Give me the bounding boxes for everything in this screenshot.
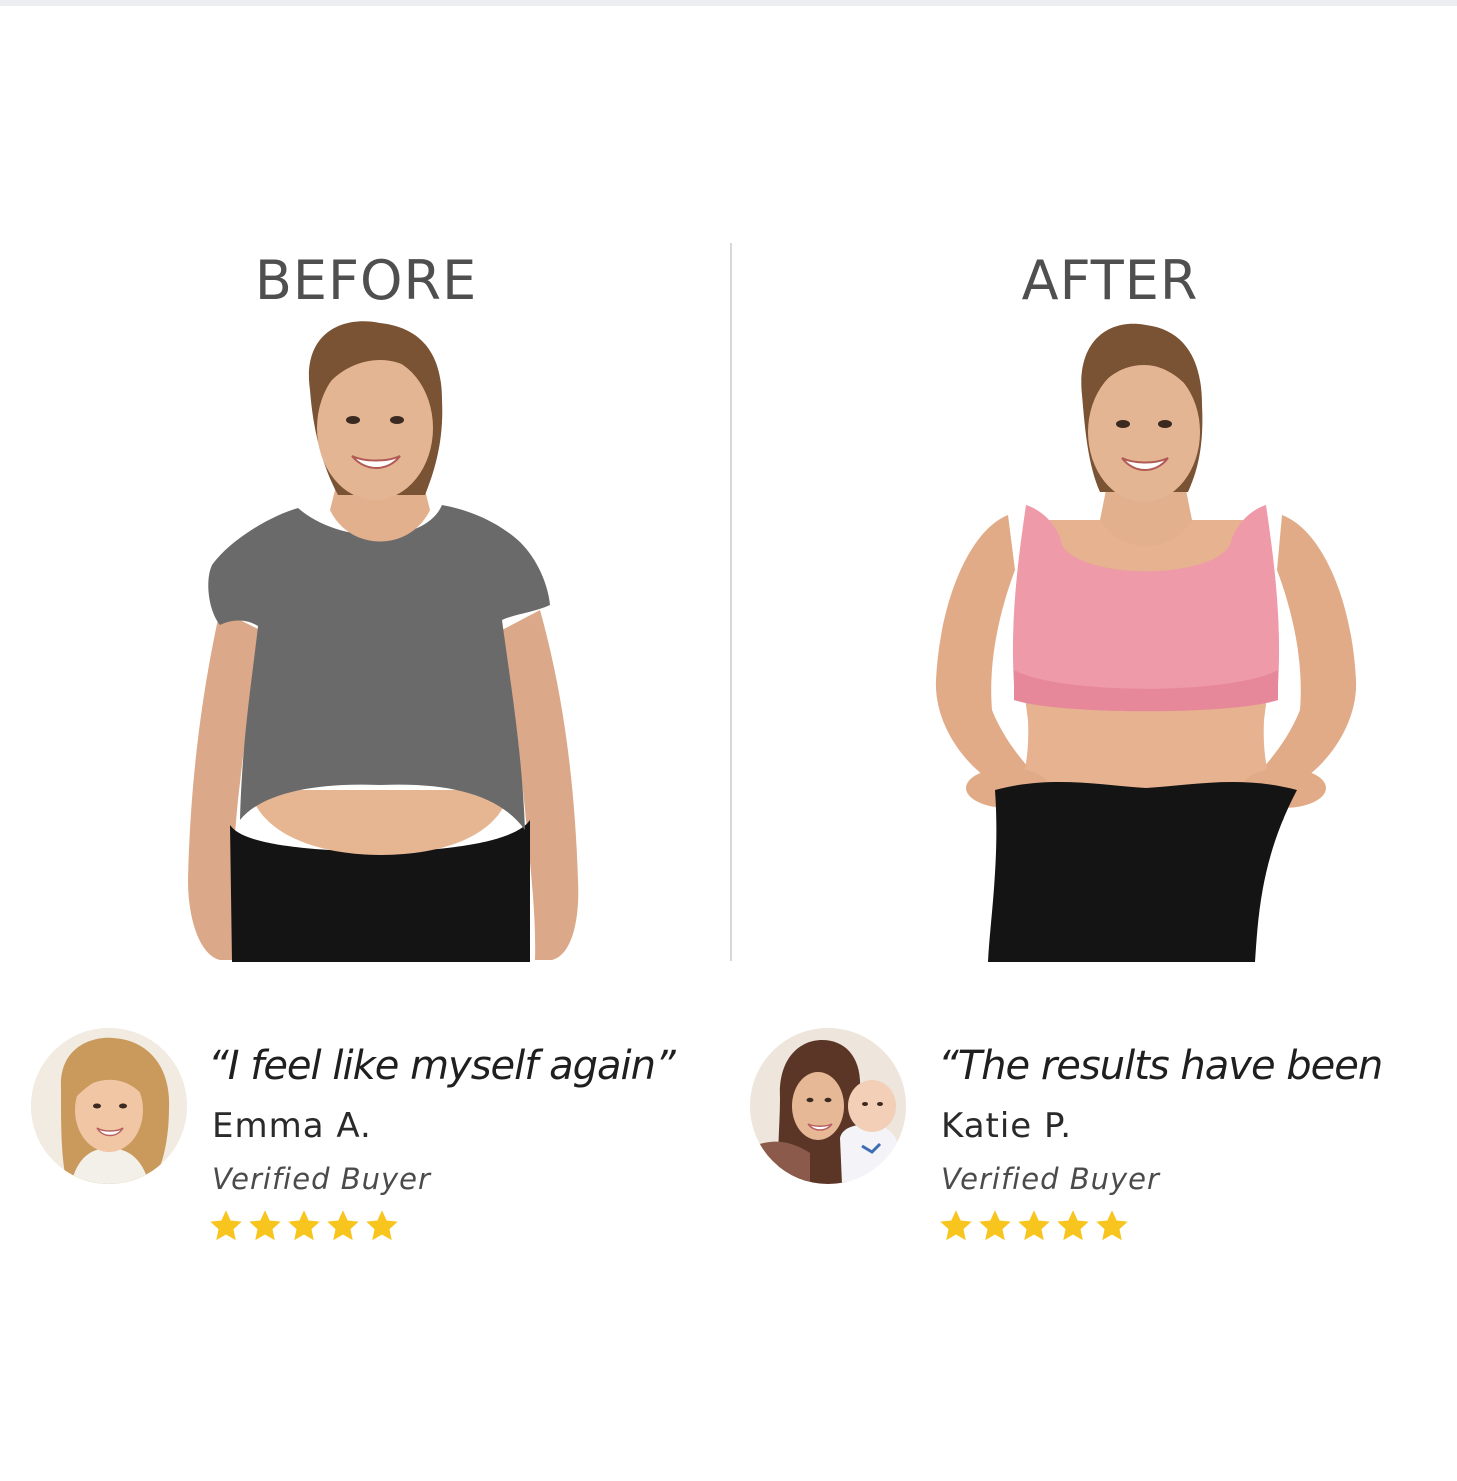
reviewer-name: Katie P.: [941, 1106, 1073, 1146]
star-icon: [940, 1210, 972, 1241]
star-icon: [1096, 1210, 1128, 1241]
reviewer-name: Emma A.: [212, 1106, 372, 1146]
review-quote: “The results have been: [938, 1043, 1383, 1089]
review-quote: “I feel like myself again”: [208, 1043, 676, 1089]
star-icon: [327, 1210, 359, 1241]
star-icon: [249, 1210, 281, 1241]
verified-buyer-label: Verified Buyer: [941, 1162, 1160, 1196]
reviewer-avatar: [31, 1028, 187, 1184]
before-photo: [188, 321, 579, 962]
reviewer-avatar: [750, 1028, 906, 1184]
star-icon: [210, 1210, 242, 1241]
after-photo: [935, 323, 1357, 962]
verified-buyer-label: Verified Buyer: [212, 1162, 431, 1196]
star-rating: [208, 1208, 400, 1244]
before-heading: BEFORE: [254, 249, 478, 312]
star-icon: [1057, 1210, 1089, 1241]
star-rating: [938, 1208, 1130, 1244]
star-icon: [288, 1210, 320, 1241]
after-heading: AFTER: [1021, 249, 1199, 312]
top-bar: [0, 0, 1457, 6]
star-icon: [366, 1210, 398, 1241]
center-divider: [730, 243, 732, 961]
star-icon: [979, 1210, 1011, 1241]
star-icon: [1018, 1210, 1050, 1241]
